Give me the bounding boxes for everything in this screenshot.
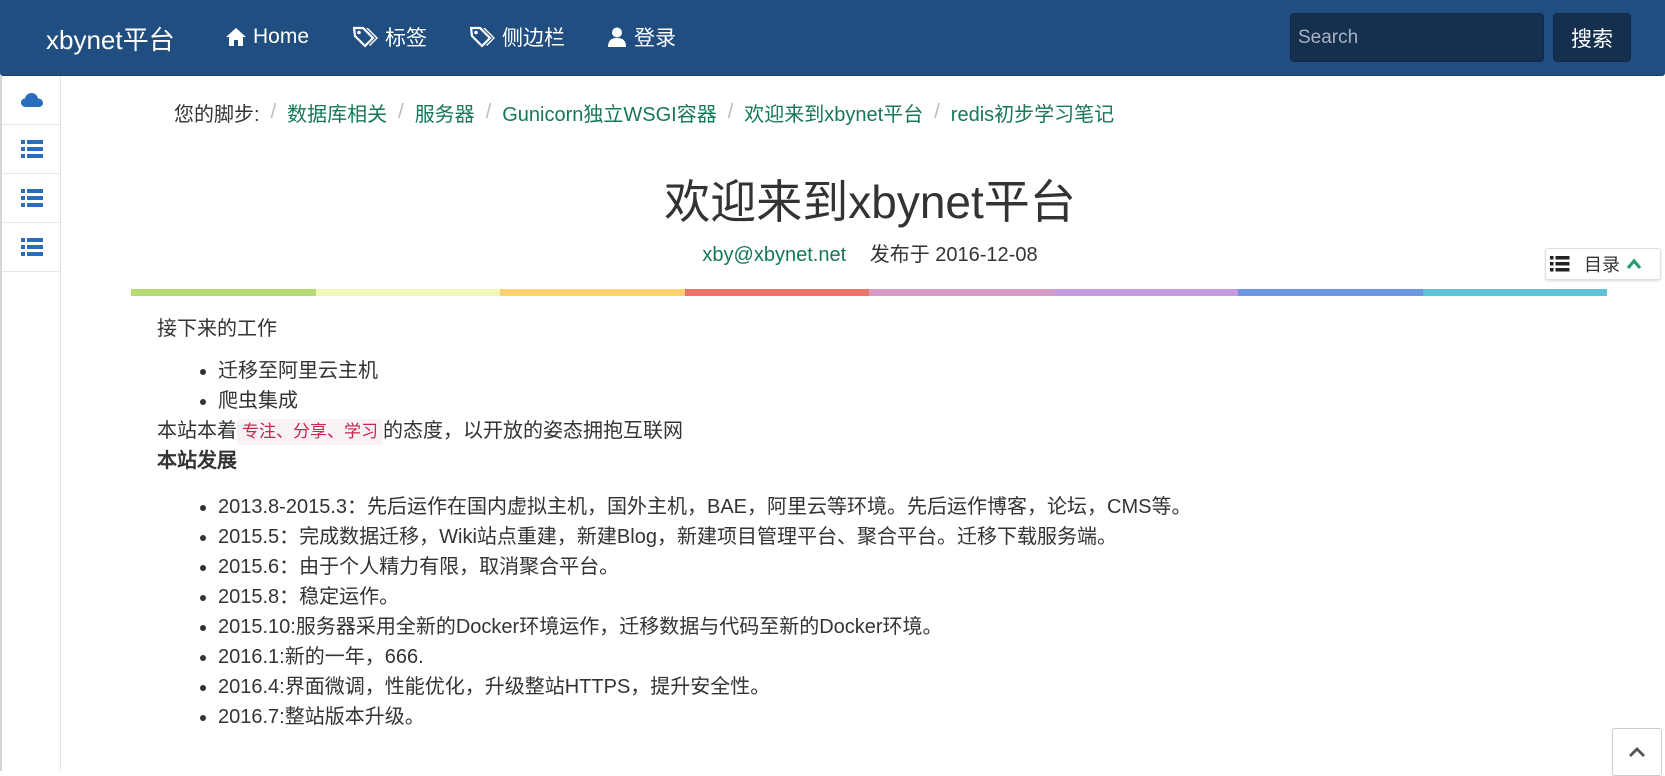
list-item: 2016.1:新的一年，666. <box>218 642 1557 672</box>
rail-item-cloud[interactable] <box>2 76 61 125</box>
list-item: 2015.10:服务器采用全新的Docker环境运作，迁移数据与代码至新的Doc… <box>218 612 1557 642</box>
motto-highlight: 专注、分享、学习 <box>237 419 383 445</box>
author-link[interactable]: xby@xbynet.net <box>702 244 846 266</box>
color-stripe <box>131 289 1607 296</box>
tags-icon <box>470 26 495 48</box>
motto-after: 的态度，以开放的姿态拥抱互联网 <box>383 420 683 442</box>
home-icon <box>226 28 246 46</box>
nav-sidebar-label: 侧边栏 <box>502 27 565 50</box>
article-body: 接下来的工作 迁移至阿里云主机 爬虫集成 本站本着专注、分享、学习的态度，以开放… <box>157 312 1557 732</box>
breadcrumb-link[interactable]: 服务器 <box>415 98 475 127</box>
breadcrumb-link[interactable]: 数据库相关 <box>287 98 387 127</box>
list-item: 2016.4:界面微调，性能优化，升级整站HTTPS，提升安全性。 <box>218 672 1557 702</box>
breadcrumb-link[interactable]: redis初步学习笔记 <box>951 98 1114 127</box>
search-input[interactable] <box>1290 13 1544 62</box>
stripe-segment <box>131 289 316 296</box>
list-icon <box>1550 256 1570 272</box>
toc-button[interactable]: 目录 <box>1545 248 1661 280</box>
breadcrumb-link[interactable]: 欢迎来到xbynet平台 <box>744 98 923 127</box>
motto-paragraph: 本站本着 专注、分享、学习 的态度，以开放的姿态拥抱互联网 <box>157 416 1557 447</box>
back-to-top-button[interactable] <box>1612 728 1662 776</box>
breadcrumb-link[interactable]: Gunicorn独立WSGI容器 <box>502 98 716 127</box>
intro-text: 接下来的工作 <box>157 318 277 340</box>
stripe-segment <box>1238 289 1423 296</box>
list-item: 爬虫集成 <box>218 386 1557 416</box>
chevron-up-icon <box>1629 747 1645 757</box>
breadcrumb-separator: / <box>727 100 734 123</box>
history-list: 2013.8-2015.3：先后运作在国内虚拟主机，国外主机，BAE，阿里云等环… <box>157 492 1557 732</box>
breadcrumb-separator: / <box>485 100 492 123</box>
list-item: 2015.8：稳定运作。 <box>218 582 1557 612</box>
top-navbar: xbynet平台 Home 标签 侧边栏 登录 搜索 <box>0 0 1665 76</box>
nav-tags[interactable]: 标签 <box>353 22 427 52</box>
stripe-segment <box>500 289 685 296</box>
nav-login-label: 登录 <box>634 27 676 50</box>
breadcrumb-separator: / <box>398 100 404 123</box>
page-title: 欢迎来到xbynet平台 <box>664 176 1076 228</box>
list-item: 迁移至阿里云主机 <box>218 356 1557 386</box>
stripe-segment <box>684 289 869 296</box>
user-icon <box>608 27 626 47</box>
section-heading: 本站发展 <box>157 450 237 472</box>
breadcrumb-separator: / <box>270 100 277 123</box>
todo-list: 迁移至阿里云主机 爬虫集成 <box>157 356 1557 416</box>
stripe-segment <box>315 289 500 296</box>
nav-home-label: Home <box>253 25 310 48</box>
list-icon <box>20 140 43 158</box>
search-button[interactable]: 搜索 <box>1553 13 1631 62</box>
nav-tags-label: 标签 <box>385 27 427 50</box>
breadcrumb: 您的脚步: / 数据库相关 / 服务器 / Gunicorn独立WSGI容器 /… <box>174 98 1114 126</box>
publish-date: 发布于 2016-12-08 <box>869 244 1038 266</box>
stripe-segment <box>1053 289 1238 296</box>
cloud-icon <box>20 93 43 107</box>
nav-login[interactable]: 登录 <box>606 22 676 52</box>
stripe-segment <box>1422 289 1607 296</box>
motto-before: 本站本着 <box>157 420 237 442</box>
nav-home[interactable]: Home <box>225 22 309 52</box>
breadcrumb-separator: / <box>934 100 940 123</box>
nav-sidebar[interactable]: 侧边栏 <box>470 22 565 52</box>
brand-logo[interactable]: xbynet平台 <box>46 20 175 57</box>
list-item: 2016.7:整站版本升级。 <box>218 702 1557 732</box>
stripe-segment <box>869 289 1054 296</box>
list-item: 2015.5：完成数据迁移，Wiki站点重建，新建Blog，新建项目管理平台、聚… <box>218 522 1557 552</box>
breadcrumb-lead: 您的脚步: <box>174 103 260 126</box>
list-item: 2015.6：由于个人精力有限，取消聚合平台。 <box>218 552 1557 582</box>
post-meta: xby@xbynet.net 发布于 2016-12-08 <box>0 238 1665 267</box>
list-item: 2013.8-2015.3：先后运作在国内虚拟主机，国外主机，BAE，阿里云等环… <box>218 492 1557 522</box>
tags-icon <box>353 26 378 48</box>
chevron-up-icon <box>1626 258 1642 270</box>
toc-label: 目录 <box>1584 255 1620 275</box>
